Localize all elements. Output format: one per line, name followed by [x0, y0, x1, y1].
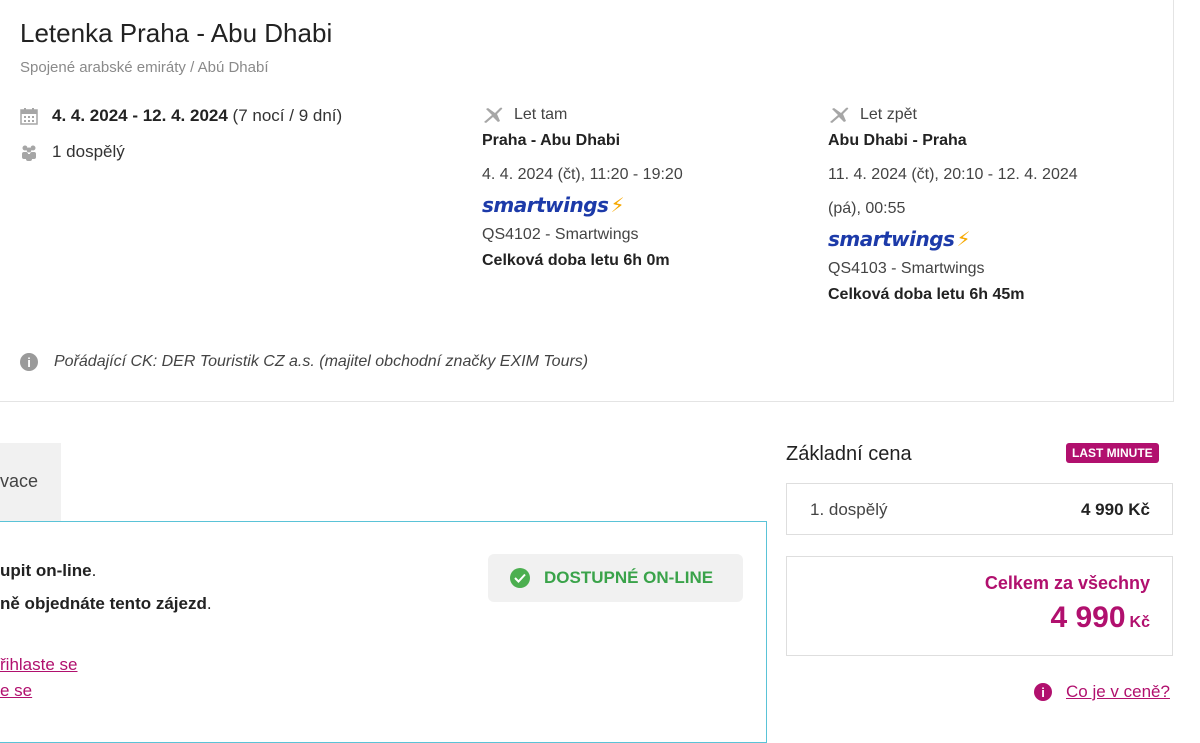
- outbound-label: Let tam: [514, 106, 568, 123]
- price-row-value: 4 990 Kč: [1081, 500, 1150, 519]
- travelers: 1 dospělý: [20, 142, 125, 162]
- outbound-total-time: Celková doba letu 6h 0m: [482, 252, 670, 269]
- smartwings-logo: smartwings ⚡: [828, 227, 971, 251]
- calendar-icon: [20, 108, 38, 125]
- organizer-text: Pořádající CK: DER Touristik CZ a.s. (ma…: [54, 353, 589, 370]
- total-label: Celkem za všechny: [984, 573, 1150, 593]
- online-badge-text: DOSTUPNÉ ON-LINE: [544, 568, 714, 587]
- panel-line-2: ně objednáte tento zájezd.: [0, 594, 212, 613]
- panel-line-1: upit on-line.: [0, 561, 97, 580]
- trip-summary-card: Letenka Praha - Abu Dhabi Spojené arabsk…: [0, 0, 1174, 402]
- online-availability-badge: DOSTUPNÉ ON-LINE: [488, 554, 743, 602]
- trip-dates: 4. 4. 2024 - 12. 4. 2024 (7 nocí / 9 dní…: [20, 106, 342, 126]
- return-time-cont: (pá), 00:55: [828, 200, 906, 217]
- tab-reservation[interactable]: vace: [0, 443, 61, 521]
- info-icon: i: [1034, 683, 1052, 701]
- price-info-link[interactable]: i Co je v ceně?: [1034, 682, 1170, 702]
- last-minute-badge: LAST MINUTE: [1066, 443, 1159, 463]
- trip-duration: (7 nocí / 9 dní): [232, 106, 343, 125]
- return-flight: Let zpět Abu Dhabi - Praha 11. 4. 2024 (…: [828, 102, 1078, 308]
- total-amount: 4 990 Kč: [1050, 601, 1150, 634]
- organizer-note: i Pořádající CK: DER Touristik CZ a.s. (…: [20, 353, 588, 371]
- plane-icon: [484, 107, 503, 123]
- page-title: Letenka Praha - Abu Dhabi: [20, 18, 333, 48]
- smartwings-logo: smartwings ⚡: [482, 193, 625, 217]
- price-row-label: 1. dospělý: [810, 500, 888, 519]
- return-time: 11. 4. 2024 (čt), 20:10 - 12. 4. 2024: [828, 166, 1078, 183]
- tab-label: vace: [0, 471, 39, 491]
- people-icon: [22, 145, 36, 161]
- info-icon: i: [20, 353, 38, 371]
- outbound-time: 4. 4. 2024 (čt), 11:20 - 19:20: [482, 166, 683, 183]
- plane-icon: [830, 107, 849, 123]
- return-label: Let zpět: [860, 106, 917, 123]
- return-flight-number: QS4103 - Smartwings: [828, 260, 985, 277]
- return-route: Abu Dhabi - Praha: [828, 132, 967, 149]
- outbound-route: Praha - Abu Dhabi: [482, 132, 621, 149]
- return-total-time: Celková doba letu 6h 45m: [828, 286, 1025, 303]
- outbound-flight: Let tam Praha - Abu Dhabi 4. 4. 2024 (čt…: [482, 102, 683, 274]
- price-row: 1. dospělý 4 990 Kč: [786, 483, 1173, 535]
- check-icon: [510, 568, 530, 588]
- total-price-box: Celkem za všechny 4 990 Kč: [786, 556, 1173, 656]
- login-link[interactable]: řihlaste se: [0, 655, 77, 675]
- date-range: 4. 4. 2024 - 12. 4. 2024: [52, 106, 228, 125]
- register-link[interactable]: e se: [0, 681, 32, 701]
- destination-breadcrumb: Spojené arabské emiráty / Abú Dhabí: [20, 59, 269, 76]
- outbound-flight-number: QS4102 - Smartwings: [482, 226, 639, 243]
- price-title: Základní cena: [786, 443, 912, 465]
- traveler-count: 1 dospělý: [52, 142, 125, 161]
- whats-included-link[interactable]: Co je v ceně?: [1066, 682, 1170, 702]
